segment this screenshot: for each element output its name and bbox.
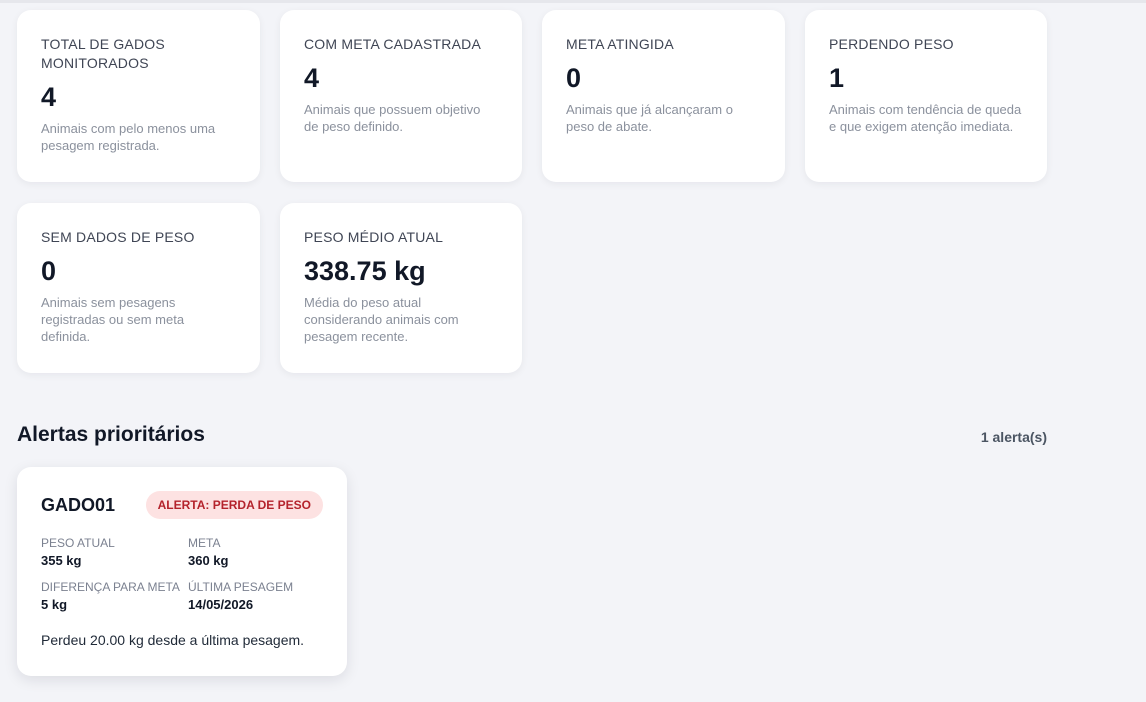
stat-value: 0 [566,63,582,93]
stat-value: 4 [41,82,57,112]
stat-card-with-goal: COM META CADASTRADA 4 Animais que possue… [280,10,522,182]
field-label: META [188,536,221,550]
alert-card[interactable]: GADO01 ALERTA: PERDA DE PESO PESO ATUAL … [17,467,347,676]
alert-status-badge: ALERTA: PERDA DE PESO [145,491,323,519]
stat-value: 4 [304,63,320,93]
stat-value: 1 [829,63,845,93]
stat-label: PESO MÉDIO ATUAL [304,229,444,245]
stat-card-goal-reached: META ATINGIDA 0 Animais que já alcançara… [542,10,785,182]
field-value: 360 kg [188,553,229,568]
difference-field: DIFERENÇA PARA META 5 kg [41,580,188,614]
stat-description: Animais com tendência de queda e que exi… [829,102,1022,134]
field-label: PESO ATUAL [41,536,115,550]
stat-description: Animais sem pesagens registradas ou sem … [41,295,185,344]
field-value: 14/05/2026 [188,597,254,612]
alert-details: PESO ATUAL 355 kg META 360 kg DIFERENÇA … [41,536,323,614]
field-value: 355 kg [41,553,82,568]
stat-description: Média do peso atual considerando animais… [304,295,459,344]
animal-name: GADO01 [41,494,116,515]
stat-card-total-monitored: TOTAL DE GADOS MONITORADOS 4 Animais com… [17,10,260,182]
alert-card-header: GADO01 ALERTA: PERDA DE PESO [41,491,323,519]
field-label: ÚLTIMA PESAGEM [188,580,294,594]
stat-card-average-weight: PESO MÉDIO ATUAL 338.75 kg Média do peso… [280,203,522,373]
alerts-section-title: Alertas prioritários [17,423,205,446]
stat-value: 338.75 kg [304,256,426,286]
stat-card-losing-weight: PERDENDO PESO 1 Animais com tendência de… [805,10,1047,182]
goal-field: META 360 kg [188,536,323,570]
stat-label: SEM DADOS DE PESO [41,229,195,245]
stat-description: Animais com pelo menos uma pesagem regis… [41,121,216,153]
current-weight-field: PESO ATUAL 355 kg [41,536,188,570]
field-value: 5 kg [41,597,68,612]
field-label: DIFERENÇA PARA META [41,580,180,594]
stat-label: PERDENDO PESO [829,36,954,52]
last-weighing-field: ÚLTIMA PESAGEM 14/05/2026 [188,580,323,614]
stat-card-no-weight-data: SEM DADOS DE PESO 0 Animais sem pesagens… [17,203,260,373]
top-divider [0,0,1146,3]
stat-description: Animais que possuem objetivo de peso def… [304,102,481,134]
stat-value: 0 [41,256,57,286]
stat-label: META ATINGIDA [566,36,674,52]
alerts-count: 1 alerta(s) [980,429,1047,445]
alert-message: Perdeu 20.00 kg desde a última pesagem. [41,632,305,648]
stat-description: Animais que já alcançaram o peso de abat… [566,102,733,134]
stat-label: TOTAL DE GADOS MONITORADOS [41,36,165,71]
stat-label: COM META CADASTRADA [304,36,482,52]
